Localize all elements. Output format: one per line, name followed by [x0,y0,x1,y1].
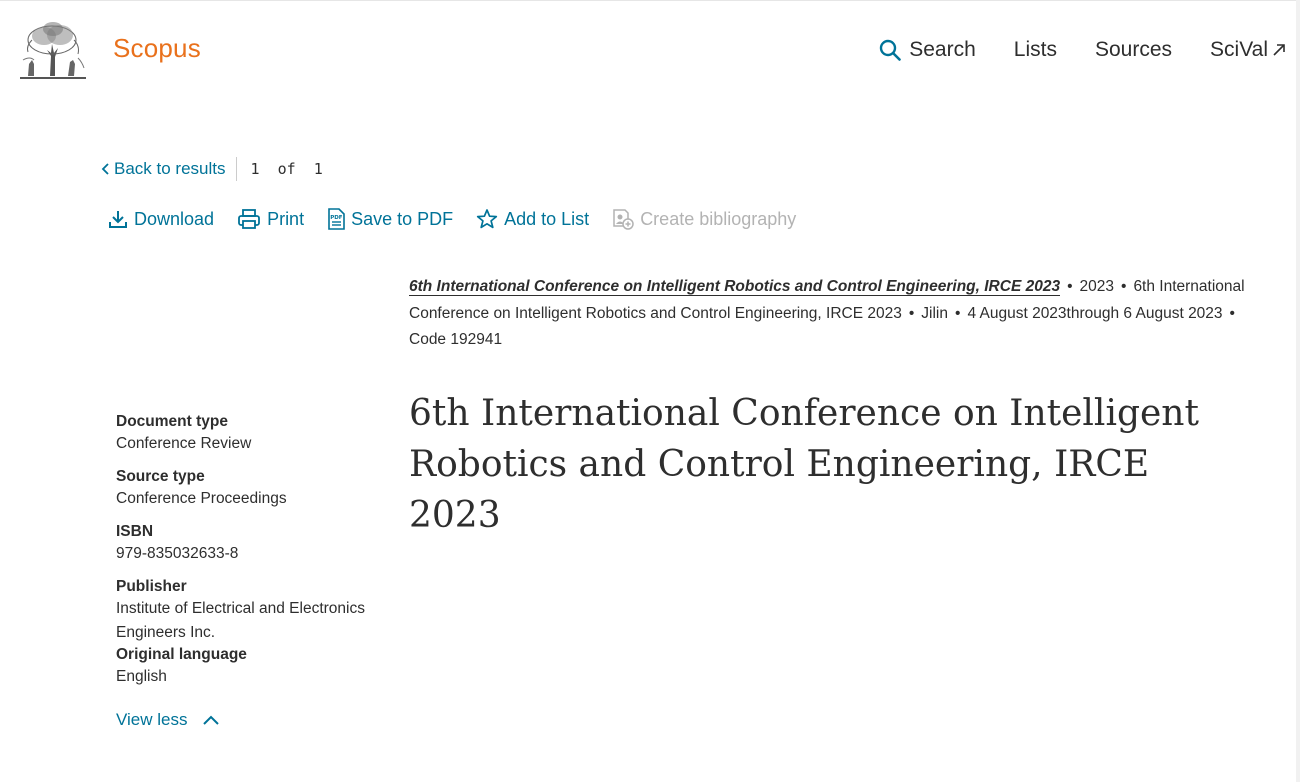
add-to-list-button[interactable]: Add to List [476,208,589,230]
document-details: Document type Conference Review Source t… [116,402,386,689]
scopus-brand[interactable]: Scopus [113,33,201,64]
top-divider [0,0,1300,1]
bullet: • [1067,278,1073,295]
print-label: Print [267,208,305,229]
result-pager: 1 of 1 [250,160,323,178]
external-link-icon [1273,44,1285,56]
add-to-list-label: Add to List [504,208,590,229]
language-label: Original language [116,646,247,663]
back-label: Back to results [114,159,226,178]
nav-sources-label: Sources [1094,38,1173,61]
document-toolbar: Download Print PDF Save to PDF Add to Li… [108,208,796,230]
document-title: 6th International Conference on Intellig… [409,393,1199,536]
nav-lists-label: Lists [1013,38,1057,61]
conference-code: Code 192941 [409,331,503,348]
chevron-left-icon [101,163,109,175]
print-button[interactable]: Print [237,208,304,230]
nav-search[interactable]: Search [879,38,976,62]
create-bibliography-button[interactable]: Create bibliography [612,208,796,230]
view-less-label: View less [116,710,188,729]
publisher-label: Publisher [116,578,187,595]
bullet: • [908,304,915,322]
search-icon [880,39,902,61]
conference-dates: 4 August 2023through 6 August 2023 [967,304,1223,322]
download-icon [109,211,127,228]
language-value: English [116,668,167,685]
bullet: • [1229,304,1235,322]
nav-sources[interactable]: Sources [1095,38,1172,62]
isbn-value: 979-835032633-8 [116,545,239,562]
save-to-pdf-label: Save to PDF [351,208,454,229]
create-bibliography-label: Create bibliography [640,208,797,229]
source-type-value: Conference Proceedings [116,490,287,507]
publisher-value: Institute of Electrical and Electronics … [116,600,365,641]
bullet: • [1121,278,1127,295]
source-type-label: Source type [116,468,205,485]
doc-type-label: Document type [116,413,228,430]
results-navigation: Back to results 1 of 1 [100,157,323,181]
star-icon [476,209,498,229]
view-less-button[interactable]: View less [116,710,220,730]
source-info: 6th International Conference on Intellig… [409,274,1269,354]
printer-icon [238,209,260,229]
bibliography-icon [613,209,634,230]
download-button[interactable]: Download [108,209,214,230]
scrollbar[interactable] [1296,0,1300,782]
svg-text:PDF: PDF [330,215,343,221]
divider [235,157,237,181]
conference-location: Jilin [921,304,948,322]
chevron-up-icon [202,715,219,725]
back-to-results-link[interactable]: Back to results [100,159,226,179]
source-year: 2023 [1079,278,1114,295]
nav-scival[interactable]: SciVal [1210,38,1286,62]
nav-lists[interactable]: Lists [1014,38,1057,62]
nav-scival-label: SciVal [1210,38,1268,61]
download-label: Download [134,208,215,229]
doc-type-value: Conference Review [116,435,252,452]
save-to-pdf-button[interactable]: PDF Save to PDF [327,208,453,230]
bullet: • [955,304,961,322]
top-nav: Search Lists Sources SciVal [879,38,1286,62]
isbn-label: ISBN [116,523,154,540]
elsevier-logo[interactable] [20,20,86,80]
nav-search-label: Search [909,38,976,61]
source-title-link[interactable]: 6th International Conference on Intellig… [409,278,1061,296]
pdf-icon: PDF [328,208,345,230]
